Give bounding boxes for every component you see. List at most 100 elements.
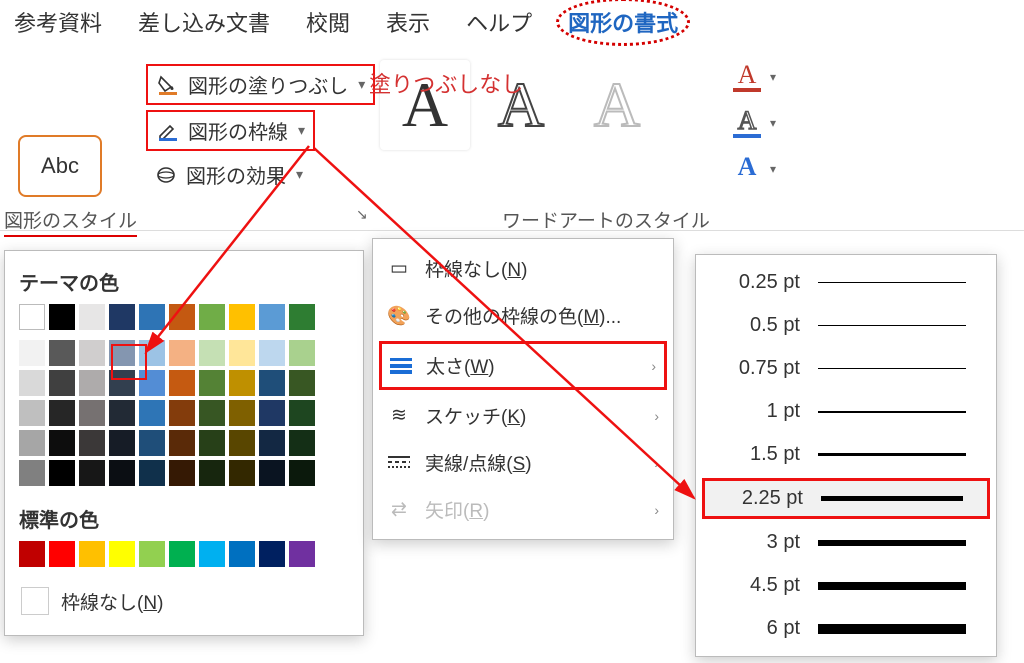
weight-option[interactable]: 6 pt bbox=[696, 607, 996, 650]
color-swatch[interactable] bbox=[169, 460, 195, 486]
shape-style-preview[interactable]: Abc bbox=[18, 135, 102, 197]
color-swatch[interactable] bbox=[19, 370, 45, 396]
color-swatch[interactable] bbox=[289, 340, 315, 366]
weight-option[interactable]: 0.25 pt bbox=[696, 261, 996, 304]
weight-option[interactable]: 2.25 pt bbox=[702, 478, 990, 519]
color-swatch[interactable] bbox=[259, 460, 285, 486]
color-swatch[interactable] bbox=[139, 340, 165, 366]
text-fill-button[interactable]: A bbox=[730, 60, 764, 92]
weight-option[interactable]: 3 pt bbox=[696, 521, 996, 564]
color-swatch[interactable] bbox=[19, 400, 45, 426]
color-swatch[interactable] bbox=[259, 430, 285, 456]
color-swatch[interactable] bbox=[49, 541, 75, 567]
shape-effects-button[interactable]: 図形の効果 ▾ bbox=[146, 156, 311, 193]
color-swatch[interactable] bbox=[289, 460, 315, 486]
dialog-launcher-icon[interactable]: ↘ bbox=[356, 206, 368, 223]
ribbon-tab[interactable]: ヘルプ bbox=[464, 2, 534, 42]
color-swatch[interactable] bbox=[169, 400, 195, 426]
color-swatch[interactable] bbox=[169, 370, 195, 396]
color-swatch[interactable] bbox=[49, 304, 75, 330]
color-swatch[interactable] bbox=[139, 370, 165, 396]
menu-item-dashes[interactable]: 実線/点線(S) › bbox=[373, 439, 673, 486]
menu-item-more-colors[interactable]: 🎨 その他の枠線の色(M)... bbox=[373, 292, 673, 339]
wordart-style-3[interactable]: A bbox=[572, 60, 662, 150]
weight-option[interactable]: 1 pt bbox=[696, 390, 996, 433]
ribbon-tab[interactable]: 表示 bbox=[384, 2, 432, 42]
color-swatch[interactable] bbox=[109, 370, 135, 396]
color-swatch[interactable] bbox=[79, 370, 105, 396]
color-swatch[interactable] bbox=[49, 340, 75, 366]
color-swatch[interactable] bbox=[259, 400, 285, 426]
color-swatch[interactable] bbox=[139, 400, 165, 426]
color-swatch[interactable] bbox=[229, 304, 255, 330]
color-swatch[interactable] bbox=[229, 541, 255, 567]
color-swatch[interactable] bbox=[49, 400, 75, 426]
color-swatch[interactable] bbox=[199, 304, 225, 330]
menu-item-no-outline[interactable]: ▭ 枠線なし(N) bbox=[373, 245, 673, 292]
color-swatch[interactable] bbox=[229, 340, 255, 366]
color-swatch[interactable] bbox=[289, 304, 315, 330]
color-swatch[interactable] bbox=[289, 400, 315, 426]
color-swatch[interactable] bbox=[19, 460, 45, 486]
color-swatch[interactable] bbox=[49, 460, 75, 486]
color-swatch[interactable] bbox=[19, 541, 45, 567]
color-swatch[interactable] bbox=[259, 541, 285, 567]
color-swatch[interactable] bbox=[169, 340, 195, 366]
weight-option[interactable]: 4.5 pt bbox=[696, 564, 996, 607]
color-swatch[interactable] bbox=[229, 400, 255, 426]
color-swatch[interactable] bbox=[19, 430, 45, 456]
menu-item-sketch[interactable]: ≋ スケッチ(K) › bbox=[373, 392, 673, 439]
color-swatch[interactable] bbox=[169, 304, 195, 330]
color-swatch[interactable] bbox=[139, 460, 165, 486]
color-swatch[interactable] bbox=[19, 340, 45, 366]
color-swatch[interactable] bbox=[109, 400, 135, 426]
weight-option[interactable]: 0.75 pt bbox=[696, 347, 996, 390]
color-swatch[interactable] bbox=[79, 460, 105, 486]
ribbon-tab[interactable]: 差し込み文書 bbox=[136, 2, 272, 42]
weight-option[interactable]: 0.5 pt bbox=[696, 304, 996, 347]
color-swatch[interactable] bbox=[259, 340, 285, 366]
ribbon-tab[interactable]: 図形の書式 bbox=[566, 2, 680, 42]
color-swatch[interactable] bbox=[139, 304, 165, 330]
color-swatch[interactable] bbox=[109, 541, 135, 567]
color-swatch[interactable] bbox=[79, 340, 105, 366]
text-effects-button[interactable]: A bbox=[730, 152, 764, 182]
color-swatch[interactable] bbox=[139, 430, 165, 456]
color-swatch[interactable] bbox=[79, 304, 105, 330]
color-swatch[interactable] bbox=[169, 430, 195, 456]
color-swatch[interactable] bbox=[79, 400, 105, 426]
color-swatch[interactable] bbox=[109, 304, 135, 330]
color-swatch[interactable] bbox=[289, 370, 315, 396]
shape-outline-button[interactable]: 図形の枠線 ▾ bbox=[146, 110, 315, 151]
color-swatch[interactable] bbox=[79, 541, 105, 567]
color-swatch[interactable] bbox=[49, 370, 75, 396]
color-swatch[interactable] bbox=[109, 460, 135, 486]
color-swatch[interactable] bbox=[199, 430, 225, 456]
ribbon-tab[interactable]: 参考資料 bbox=[12, 2, 104, 42]
color-swatch[interactable] bbox=[109, 430, 135, 456]
color-swatch[interactable] bbox=[169, 541, 195, 567]
color-swatch[interactable] bbox=[259, 370, 285, 396]
weight-option[interactable]: 1.5 pt bbox=[696, 433, 996, 476]
color-swatch[interactable] bbox=[139, 541, 165, 567]
color-swatch[interactable] bbox=[19, 304, 45, 330]
color-swatch[interactable] bbox=[289, 541, 315, 567]
text-outline-button[interactable]: A bbox=[730, 106, 764, 138]
color-swatch[interactable] bbox=[229, 430, 255, 456]
no-outline-item[interactable]: 枠線なし(N) bbox=[19, 577, 349, 617]
color-swatch[interactable] bbox=[199, 541, 225, 567]
color-swatch[interactable] bbox=[49, 430, 75, 456]
color-swatch[interactable] bbox=[199, 460, 225, 486]
color-swatch[interactable] bbox=[79, 430, 105, 456]
color-swatch[interactable] bbox=[229, 460, 255, 486]
color-swatch[interactable] bbox=[199, 370, 225, 396]
color-swatch[interactable] bbox=[259, 304, 285, 330]
ribbon-tab[interactable]: 校閲 bbox=[304, 2, 352, 42]
color-swatch[interactable] bbox=[109, 340, 135, 366]
color-swatch[interactable] bbox=[199, 400, 225, 426]
shape-fill-button[interactable]: 図形の塗りつぶし ▾ bbox=[146, 64, 375, 105]
color-swatch[interactable] bbox=[229, 370, 255, 396]
color-swatch[interactable] bbox=[199, 340, 225, 366]
color-swatch[interactable] bbox=[289, 430, 315, 456]
menu-item-weight[interactable]: 太さ(W) › bbox=[379, 341, 667, 390]
